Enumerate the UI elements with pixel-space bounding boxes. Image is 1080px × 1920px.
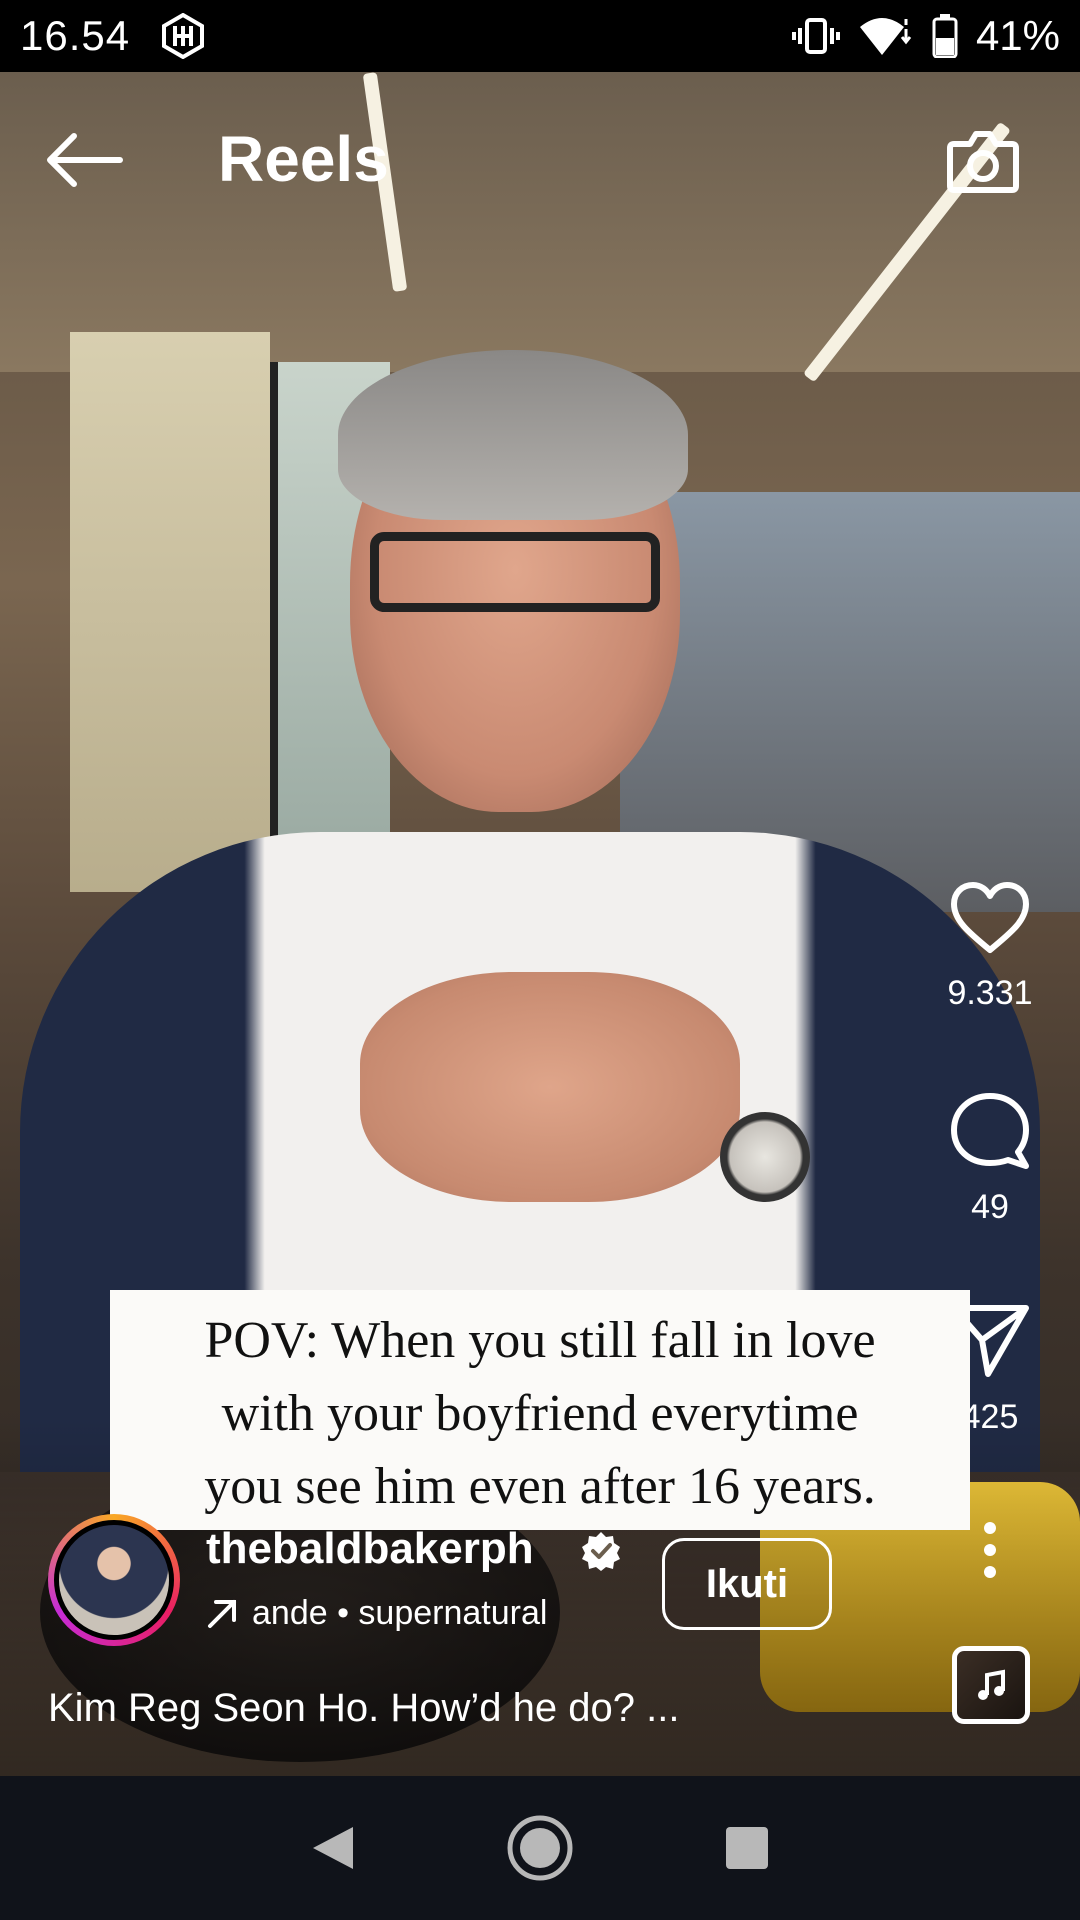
status-bar: 16.54 41% — [0, 0, 1080, 72]
triangle-back-icon — [313, 1827, 354, 1869]
like-count: 9.331 — [947, 974, 1033, 1012]
music-note-icon — [978, 1669, 1005, 1700]
verified-badge-icon — [582, 1532, 620, 1571]
audio-name: ande • supernatural — [252, 1594, 548, 1632]
status-time: 16.54 — [20, 12, 131, 59]
status-icons: 41% — [791, 12, 1060, 60]
battery-icon — [932, 14, 958, 58]
arrow-left-icon[interactable] — [44, 128, 124, 192]
hb-logo-icon — [162, 13, 205, 59]
heart-icon[interactable] — [948, 880, 1032, 956]
nav-home-button[interactable] — [495, 1803, 585, 1893]
video-text-overlay: POV: When you still fall in love with yo… — [110, 1290, 970, 1530]
nav-recents-button[interactable] — [702, 1803, 792, 1893]
camera-icon[interactable] — [946, 124, 1020, 198]
nav-back-button[interactable] — [288, 1803, 378, 1893]
square-recents-icon — [725, 1827, 768, 1869]
overlay-line: you see him even after 16 years. — [204, 1458, 876, 1515]
comment-action[interactable]: 49 — [930, 1090, 1050, 1227]
person-glasses — [370, 532, 660, 612]
battery-percent: 41% — [975, 12, 1060, 59]
person-hands — [360, 972, 740, 1202]
like-action[interactable]: 9.331 — [930, 880, 1050, 1013]
author-row: thebaldbakerph ande • supernatural Ikuti — [48, 1514, 1048, 1650]
system-nav-bar — [0, 1776, 1080, 1920]
avatar[interactable] — [48, 1514, 180, 1646]
audio-thumbnail[interactable] — [952, 1646, 1030, 1724]
reels-header: Reels — [0, 110, 1080, 210]
overlay-line: with your boyfriend everytime — [221, 1385, 859, 1442]
person-watch — [720, 1112, 810, 1202]
overlay-line: POV: When you still fall in love — [204, 1312, 876, 1369]
person-hair — [338, 350, 688, 520]
vibrate-icon — [791, 18, 840, 54]
username[interactable]: thebaldbakerph — [206, 1524, 534, 1574]
comment-icon[interactable] — [948, 1090, 1032, 1170]
comment-count: 49 — [971, 1188, 1009, 1226]
page-title: Reels — [218, 123, 389, 195]
background-wall — [70, 332, 270, 892]
wifi-icon — [859, 18, 912, 55]
avatar-image — [54, 1520, 174, 1640]
follow-button[interactable]: Ikuti — [662, 1538, 832, 1630]
audio-attribution[interactable]: ande • supernatural — [206, 1594, 547, 1633]
circle-home-icon — [507, 1815, 573, 1881]
post-caption[interactable]: Kim Reg Seon Ho. How’d he do? ... — [48, 1686, 679, 1731]
arrow-up-right-icon — [208, 1599, 236, 1628]
